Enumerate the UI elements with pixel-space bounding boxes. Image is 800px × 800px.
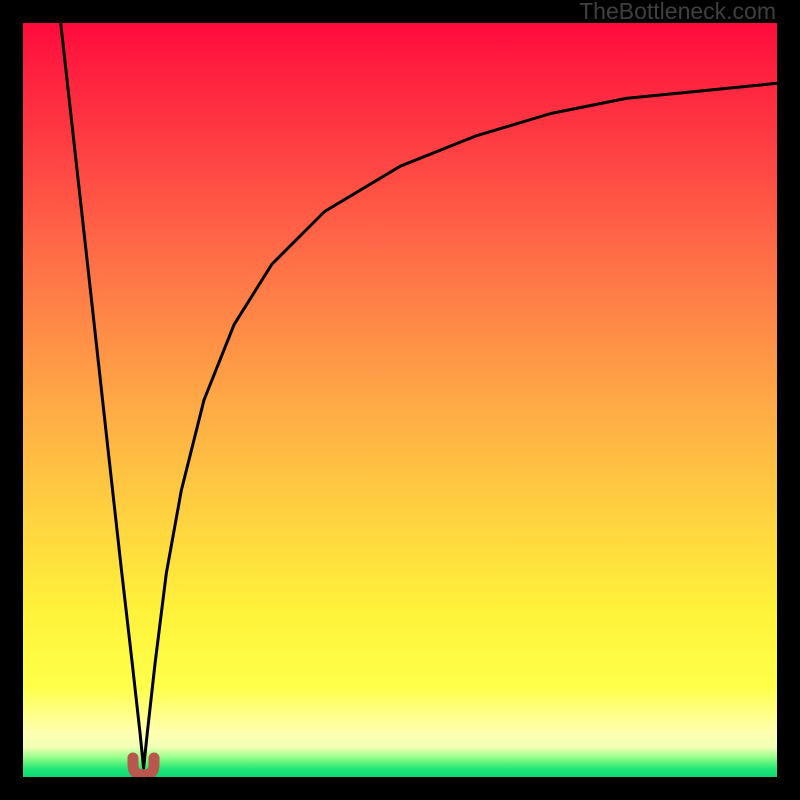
bottleneck-curve [61, 23, 777, 768]
chart-frame: TheBottleneck.com [0, 0, 800, 800]
curve-layer [23, 23, 777, 777]
watermark-text: TheBottleneck.com [579, 0, 776, 23]
plot-area [23, 23, 777, 777]
